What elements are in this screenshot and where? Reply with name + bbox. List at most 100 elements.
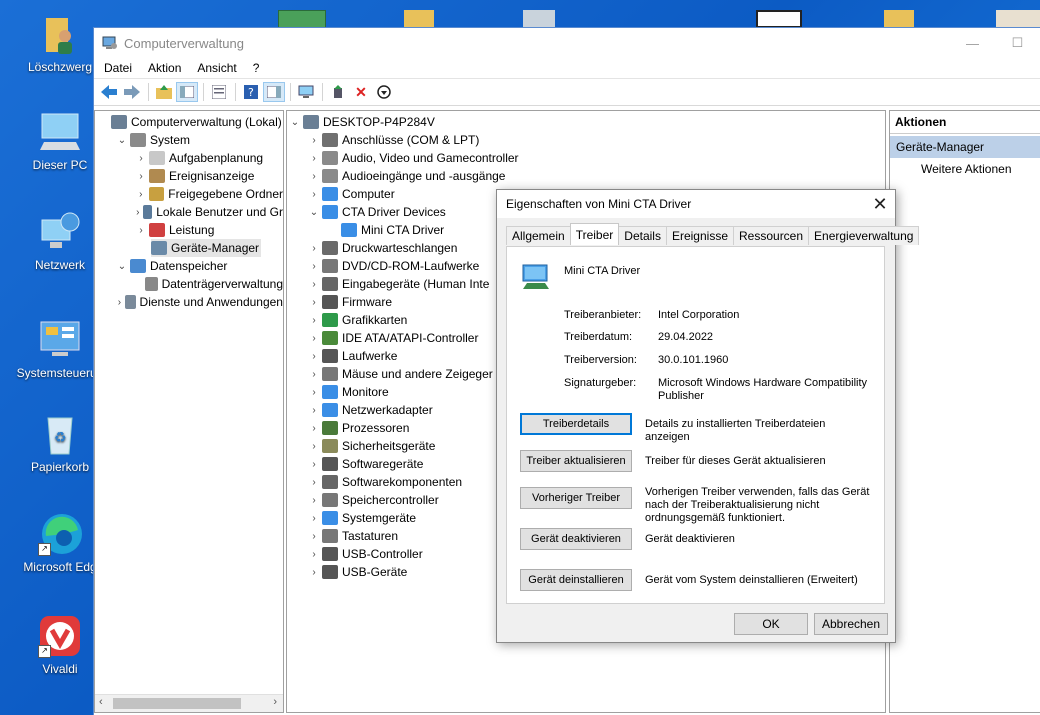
desktop-icon-partial-terminal[interactable] [756, 10, 802, 28]
chevron-right-icon[interactable]: › [133, 153, 149, 164]
chevron-right-icon[interactable]: › [306, 243, 322, 254]
properties-icon[interactable] [208, 82, 230, 102]
scan-hardware-icon[interactable] [295, 82, 317, 102]
chevron-right-icon[interactable]: › [306, 333, 322, 344]
chevron-right-icon[interactable]: › [306, 153, 322, 164]
desktop-icon-partial-board[interactable] [278, 10, 326, 30]
chevron-right-icon[interactable]: › [306, 531, 322, 542]
chevron-right-icon[interactable]: › [306, 135, 322, 146]
window-titlebar[interactable]: Computerverwaltung — ☐ [94, 28, 1040, 58]
chevron-right-icon[interactable]: › [306, 369, 322, 380]
tab-ressourcen[interactable]: Ressourcen [733, 226, 810, 245]
chevron-right-icon[interactable]: › [306, 495, 322, 506]
tab-allgemein[interactable]: Allgemein [506, 226, 571, 245]
menu-help[interactable]: ? [245, 59, 268, 77]
chevron-right-icon[interactable]: › [133, 225, 149, 236]
console-tree-item[interactable]: ⌄ Datenspeicher [95, 257, 283, 275]
chevron-right-icon[interactable]: › [306, 351, 322, 362]
tab-energieverwaltung[interactable]: Energieverwaltung [808, 226, 920, 245]
chevron-down-icon[interactable]: ⌄ [306, 207, 322, 218]
device-category[interactable]: › Audioeingänge und -ausgänge [287, 167, 885, 185]
treiber-aktualisieren-button[interactable]: Treiber aktualisieren [520, 450, 632, 472]
device-category[interactable]: › Audio, Video und Gamecontroller [287, 149, 885, 167]
chevron-down-icon[interactable]: ⌄ [114, 135, 130, 146]
desktop-icon-partial-folder-2[interactable] [884, 10, 914, 28]
show-action-pane-icon[interactable] [263, 82, 285, 102]
desktop-icon-vivaldi[interactable]: ↗ Vivaldi [14, 614, 106, 676]
tab-details[interactable]: Details [618, 226, 667, 245]
console-tree-item[interactable]: › Aufgabenplanung [95, 149, 283, 167]
chevron-right-icon[interactable]: › [306, 513, 322, 524]
chevron-down-icon[interactable]: ⌄ [287, 117, 303, 128]
menu-ansicht[interactable]: Ansicht [189, 59, 244, 77]
console-tree-item[interactable]: › Ereignisanzeige [95, 167, 283, 185]
forward-icon[interactable] [121, 82, 143, 102]
desktop-icon-edge[interactable]: ↗ Microsoft Edg [14, 512, 106, 574]
cancel-button[interactable]: Abbrechen [814, 613, 888, 635]
console-tree-item[interactable]: Geräte-Manager [151, 239, 261, 257]
maximize-button[interactable]: ☐ [995, 28, 1040, 58]
disable-device-icon[interactable] [373, 82, 395, 102]
actions-section-geraete-manager[interactable]: Geräte-Manager [890, 136, 1040, 158]
chevron-right-icon[interactable]: › [306, 477, 322, 488]
desktop-icon-partial-app[interactable] [996, 10, 1040, 28]
console-tree-icon[interactable] [176, 82, 198, 102]
geraet-deaktivieren-button[interactable]: Gerät deaktivieren [520, 528, 632, 550]
chevron-down-icon[interactable]: ⌄ [114, 261, 130, 272]
desktop-icon-partial-folder[interactable] [404, 10, 434, 28]
chevron-right-icon[interactable]: › [306, 423, 322, 434]
minimize-button[interactable]: — [950, 28, 995, 58]
actions-weitere-aktionen[interactable]: Weitere Aktionen [890, 158, 1040, 180]
desktop-icon-loeschzwerg[interactable]: Löschzwerg [14, 12, 106, 74]
close-icon[interactable]: ✕ [865, 194, 895, 215]
device-tree-root[interactable]: ⌄ DESKTOP-P4P284V [287, 113, 885, 131]
dialog-titlebar[interactable]: Eigenschaften von Mini CTA Driver ✕ [497, 190, 895, 218]
tab-ereignisse[interactable]: Ereignisse [665, 226, 734, 245]
chevron-right-icon[interactable]: › [306, 279, 322, 290]
desktop-icon-dieser-pc[interactable]: Dieser PC [14, 110, 106, 172]
device-category[interactable]: › Anschlüsse (COM & LPT) [287, 131, 885, 149]
scroll-left-icon[interactable]: ‹ [99, 696, 103, 708]
back-icon[interactable] [98, 82, 120, 102]
console-tree-pane[interactable]: Computerverwaltung (Lokal) ⌄ System › Aufgab… [94, 110, 284, 713]
horizontal-scrollbar[interactable]: ‹ › [95, 694, 283, 712]
tab-treiber[interactable]: Treiber [569, 223, 620, 245]
chevron-right-icon[interactable]: › [306, 459, 322, 470]
chevron-right-icon[interactable]: › [306, 171, 322, 182]
update-driver-icon[interactable] [327, 82, 349, 102]
chevron-right-icon[interactable]: › [306, 261, 322, 272]
chevron-right-icon[interactable]: › [306, 549, 322, 560]
chevron-right-icon[interactable]: › [306, 297, 322, 308]
chevron-right-icon[interactable]: › [306, 441, 322, 452]
menu-datei[interactable]: Datei [96, 59, 140, 77]
chevron-right-icon[interactable]: › [306, 315, 322, 326]
chevron-right-icon[interactable]: › [133, 171, 149, 182]
ok-button[interactable]: OK [734, 613, 808, 635]
scrollbar-thumb[interactable] [113, 698, 241, 709]
geraet-deinstallieren-button[interactable]: Gerät deinstallieren [520, 569, 632, 591]
menu-aktion[interactable]: Aktion [140, 59, 189, 77]
console-tree-item[interactable]: › Leistung [95, 221, 283, 239]
console-tree-item[interactable]: › Dienste und Anwendungen [95, 293, 283, 311]
console-tree-item[interactable]: Computerverwaltung (Lokal) [95, 113, 283, 131]
help-icon[interactable]: ? [240, 82, 262, 102]
console-tree-item[interactable]: Datenträgerverwaltung [95, 275, 283, 293]
uninstall-icon[interactable]: ✕ [350, 82, 372, 102]
desktop-icon-partial-doc[interactable] [523, 10, 555, 28]
chevron-right-icon[interactable]: › [306, 189, 322, 200]
scroll-right-icon[interactable]: › [273, 696, 277, 708]
chevron-right-icon[interactable]: › [306, 387, 322, 398]
desktop-icon-netzwerk[interactable]: Netzwerk [14, 210, 106, 272]
chevron-right-icon[interactable]: › [133, 189, 149, 200]
chevron-right-icon[interactable]: › [133, 207, 143, 218]
desktop-icon-papierkorb[interactable]: ♻ Papierkorb [14, 412, 106, 474]
chevron-right-icon[interactable]: › [114, 297, 125, 308]
treiberdetails-button[interactable]: Treiberdetails [520, 413, 632, 435]
console-tree-item[interactable]: ⌄ System [95, 131, 283, 149]
up-folder-icon[interactable] [153, 82, 175, 102]
console-tree-item[interactable]: › Freigegebene Ordner [95, 185, 283, 203]
chevron-right-icon[interactable]: › [306, 567, 322, 578]
console-tree-item[interactable]: › Lokale Benutzer und Gr [95, 203, 283, 221]
desktop-icon-systemsteuerung[interactable]: Systemsteuerun [14, 318, 106, 380]
chevron-right-icon[interactable]: › [306, 405, 322, 416]
